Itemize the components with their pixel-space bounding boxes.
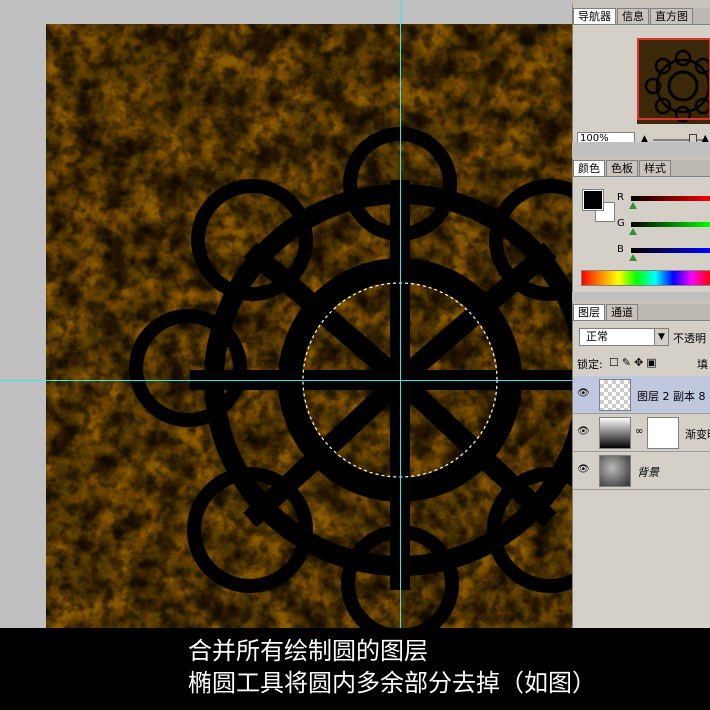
blend-mode-value: 正常 [586, 330, 608, 343]
tab-swatches[interactable]: 色板 [606, 160, 638, 176]
eye-icon[interactable]: 👁 [577, 426, 591, 437]
channel-g-handle[interactable] [629, 228, 637, 235]
lock-label: 锁定: [577, 358, 603, 371]
navigator-tabs: 导航器 信息 直方图 [573, 8, 710, 25]
screenshot-root: 导航器 信息 直方图 100% ▲ ▲ 颜色 色板 样式 R G B 图层 通道… [0, 0, 710, 710]
layers-tabs: 图层 通道 [573, 304, 710, 321]
adjustment-thumbnail [599, 417, 631, 449]
chevron-down-icon[interactable]: ▼ [654, 329, 668, 345]
zoom-out-icon[interactable]: ▲ [641, 134, 648, 142]
horizontal-guide[interactable] [0, 380, 572, 381]
zoom-field[interactable]: 100% [577, 132, 635, 142]
zoom-slider-track[interactable] [653, 139, 705, 141]
layer-name: 渐变映射 [685, 428, 710, 441]
navigator-thumbnail[interactable] [637, 38, 710, 124]
circle-emblem [129, 127, 572, 628]
layer-name: 图层 2 副本 8 [637, 390, 706, 403]
channel-g-slider[interactable] [631, 222, 710, 227]
navigator-view-box[interactable] [637, 38, 710, 120]
eye-icon[interactable]: 👁 [577, 464, 591, 475]
layer-row-gradient-map[interactable]: 👁 ∞ 渐变映射 [573, 414, 710, 452]
color-panel: 颜色 色板 样式 R G B [572, 156, 710, 292]
blend-mode-select[interactable]: 正常 ▼ [579, 328, 669, 346]
caption-line-1: 合并所有绘制圆的图层 [188, 637, 428, 665]
foreground-color-swatch[interactable] [582, 189, 604, 211]
eye-icon[interactable]: 👁 [577, 388, 591, 399]
tab-channels[interactable]: 通道 [606, 304, 638, 320]
tab-color[interactable]: 颜色 [573, 160, 605, 176]
layers-panel: 图层 通道 正常 ▼ 不透明 锁定: ☐✎✥▣ 填 👁 图层 2 副本 8 👁 … [572, 300, 710, 628]
layer-thumbnail [599, 455, 631, 487]
channel-r-handle[interactable] [629, 202, 637, 209]
layer-mask-thumbnail [647, 417, 679, 449]
channel-r-label: R [617, 192, 624, 203]
lock-options-icons[interactable]: ☐✎✥▣ [609, 356, 660, 369]
vertical-guide[interactable] [400, 0, 401, 628]
zoom-slider-handle[interactable] [689, 134, 697, 142]
navigator-panel: 导航器 信息 直方图 100% ▲ ▲ [572, 0, 710, 142]
tab-navigator[interactable]: 导航器 [573, 8, 616, 24]
tab-styles[interactable]: 样式 [639, 160, 671, 176]
layer-row-copy8[interactable]: 👁 图层 2 副本 8 [573, 376, 710, 414]
zoom-in-icon[interactable]: ▲ [701, 132, 709, 142]
link-chain-icon: ∞ [635, 426, 644, 437]
channel-b-handle[interactable] [629, 254, 637, 261]
tab-layers[interactable]: 图层 [573, 304, 605, 320]
workspace [0, 0, 572, 628]
color-spectrum-bar[interactable] [581, 270, 710, 286]
layer-thumbnail [599, 379, 631, 411]
channel-r-slider[interactable] [631, 196, 710, 201]
tab-info[interactable]: 信息 [617, 8, 649, 24]
document-canvas[interactable] [46, 24, 572, 628]
channel-b-slider[interactable] [631, 248, 710, 253]
tab-histogram[interactable]: 直方图 [650, 8, 693, 24]
layer-row-background[interactable]: 👁 背景 [573, 452, 710, 490]
caption-line-2: 椭圆工具将圆内多余部分去掉（如图） [188, 669, 596, 697]
layer-name: 背景 [637, 466, 659, 479]
channel-b-label: B [617, 244, 624, 255]
artwork [46, 24, 572, 628]
opacity-label: 不透明 [673, 332, 706, 345]
channel-g-label: G [617, 218, 625, 229]
caption-bar: 合并所有绘制圆的图层 椭圆工具将圆内多余部分去掉（如图） [0, 628, 710, 710]
color-tabs: 颜色 色板 样式 [573, 160, 710, 177]
fill-label: 填 [697, 358, 708, 371]
